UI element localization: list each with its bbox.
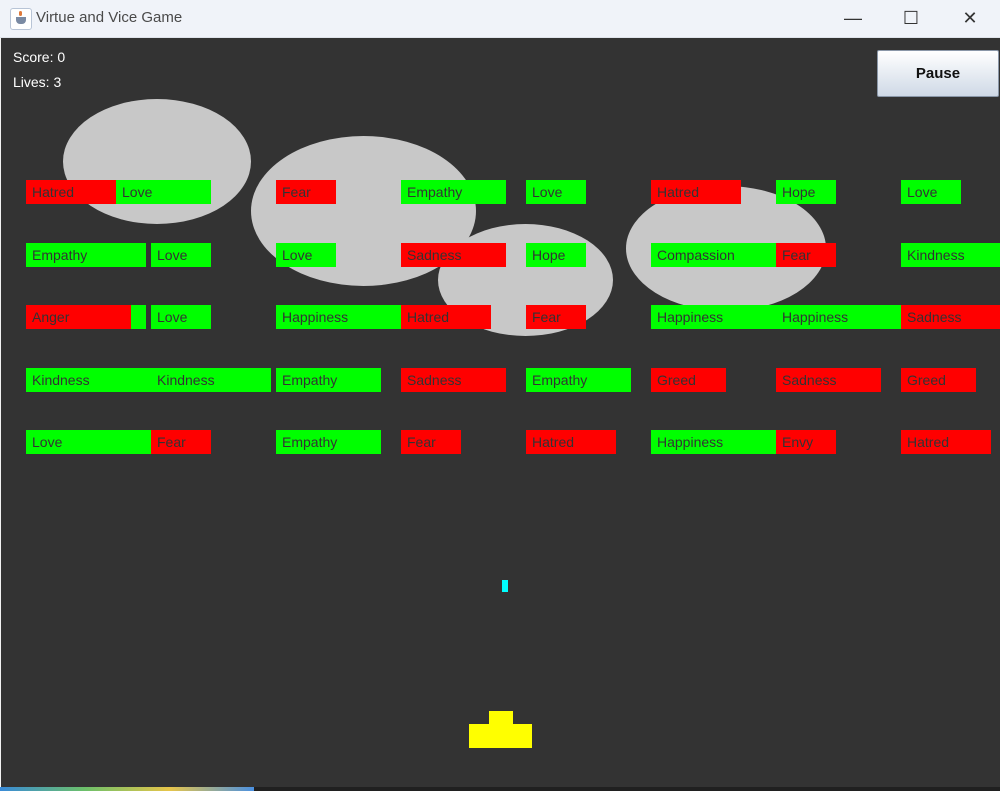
brick-love: Love xyxy=(151,243,211,267)
brick-compassion: Compassion xyxy=(651,243,776,267)
brick-happiness: Happiness xyxy=(651,305,776,329)
brick-love: Love xyxy=(276,243,336,267)
paddle-turret xyxy=(489,711,513,724)
brick-hatred: Hatred xyxy=(526,430,616,454)
maximize-icon: ☐ xyxy=(902,8,920,28)
brick-love: Love xyxy=(526,180,586,204)
brick-fear: Fear xyxy=(276,180,336,204)
brick-anger: Anger xyxy=(26,305,131,329)
cloud-obstacle xyxy=(63,99,251,224)
brick-love: Love xyxy=(151,305,211,329)
brick-hatred: Hatred xyxy=(401,305,491,329)
brick-sadness: Sadness xyxy=(901,305,1000,329)
brick-happiness: Happiness xyxy=(651,430,776,454)
paddle[interactable] xyxy=(469,724,532,748)
brick-sadness: Sadness xyxy=(401,243,506,267)
brick-empathy: Empathy xyxy=(276,430,381,454)
brick-kindness: Kindness xyxy=(901,243,1000,267)
brick-kindness: Kindness xyxy=(26,368,151,392)
brick-greed: Greed xyxy=(651,368,726,392)
brick-empathy: Empathy xyxy=(276,368,381,392)
brick-fear: Fear xyxy=(776,243,836,267)
window-title: Virtue and Vice Game xyxy=(36,9,183,26)
brick-fear: Fear xyxy=(526,305,586,329)
brick-happiness: Happiness xyxy=(776,305,901,329)
brick-empathy: Empathy xyxy=(526,368,631,392)
close-button[interactable]: ✕ xyxy=(941,0,999,37)
brick-empathy: Empathy xyxy=(401,180,506,204)
java-cup-icon xyxy=(10,8,32,30)
brick-love: Love xyxy=(116,180,211,204)
brick-love: Love xyxy=(26,430,151,454)
brick-greed: Greed xyxy=(901,368,976,392)
brick-happiness: Happiness xyxy=(276,305,401,329)
minimize-button[interactable]: — xyxy=(824,0,882,37)
brick-empathy: Empathy xyxy=(26,243,146,267)
brick-fear: Fear xyxy=(401,430,461,454)
game-window: Virtue and Vice Game — ☐ ✕ Score: 0 Live… xyxy=(0,0,1000,791)
taskbar-peek xyxy=(0,787,254,791)
desktop-background xyxy=(0,787,1000,791)
title-bar[interactable]: Virtue and Vice Game — ☐ ✕ xyxy=(0,0,1000,38)
pause-button[interactable]: Pause xyxy=(877,50,999,97)
maximize-button[interactable]: ☐ xyxy=(882,0,940,37)
brick-kindness: Kindness xyxy=(151,368,271,392)
brick-virtue xyxy=(131,305,146,329)
minimize-icon: — xyxy=(844,8,862,28)
brick-hatred: Hatred xyxy=(26,180,116,204)
brick-hope: Hope xyxy=(776,180,836,204)
close-icon: ✕ xyxy=(962,8,978,28)
brick-hope: Hope xyxy=(526,243,586,267)
brick-sadness: Sadness xyxy=(776,368,881,392)
lives-display: Lives: 3 xyxy=(13,74,62,90)
brick-hatred: Hatred xyxy=(651,180,741,204)
score-display: Score: 0 xyxy=(13,49,66,65)
game-canvas[interactable]: Score: 0 Lives: 3 Pause Hatred Love Fear Em… xyxy=(1,38,1000,787)
brick-fear: Fear xyxy=(151,430,211,454)
brick-envy: Envy xyxy=(776,430,836,454)
brick-love: Love xyxy=(901,180,961,204)
brick-sadness: Sadness xyxy=(401,368,506,392)
ball xyxy=(502,580,508,592)
brick-hatred: Hatred xyxy=(901,430,991,454)
